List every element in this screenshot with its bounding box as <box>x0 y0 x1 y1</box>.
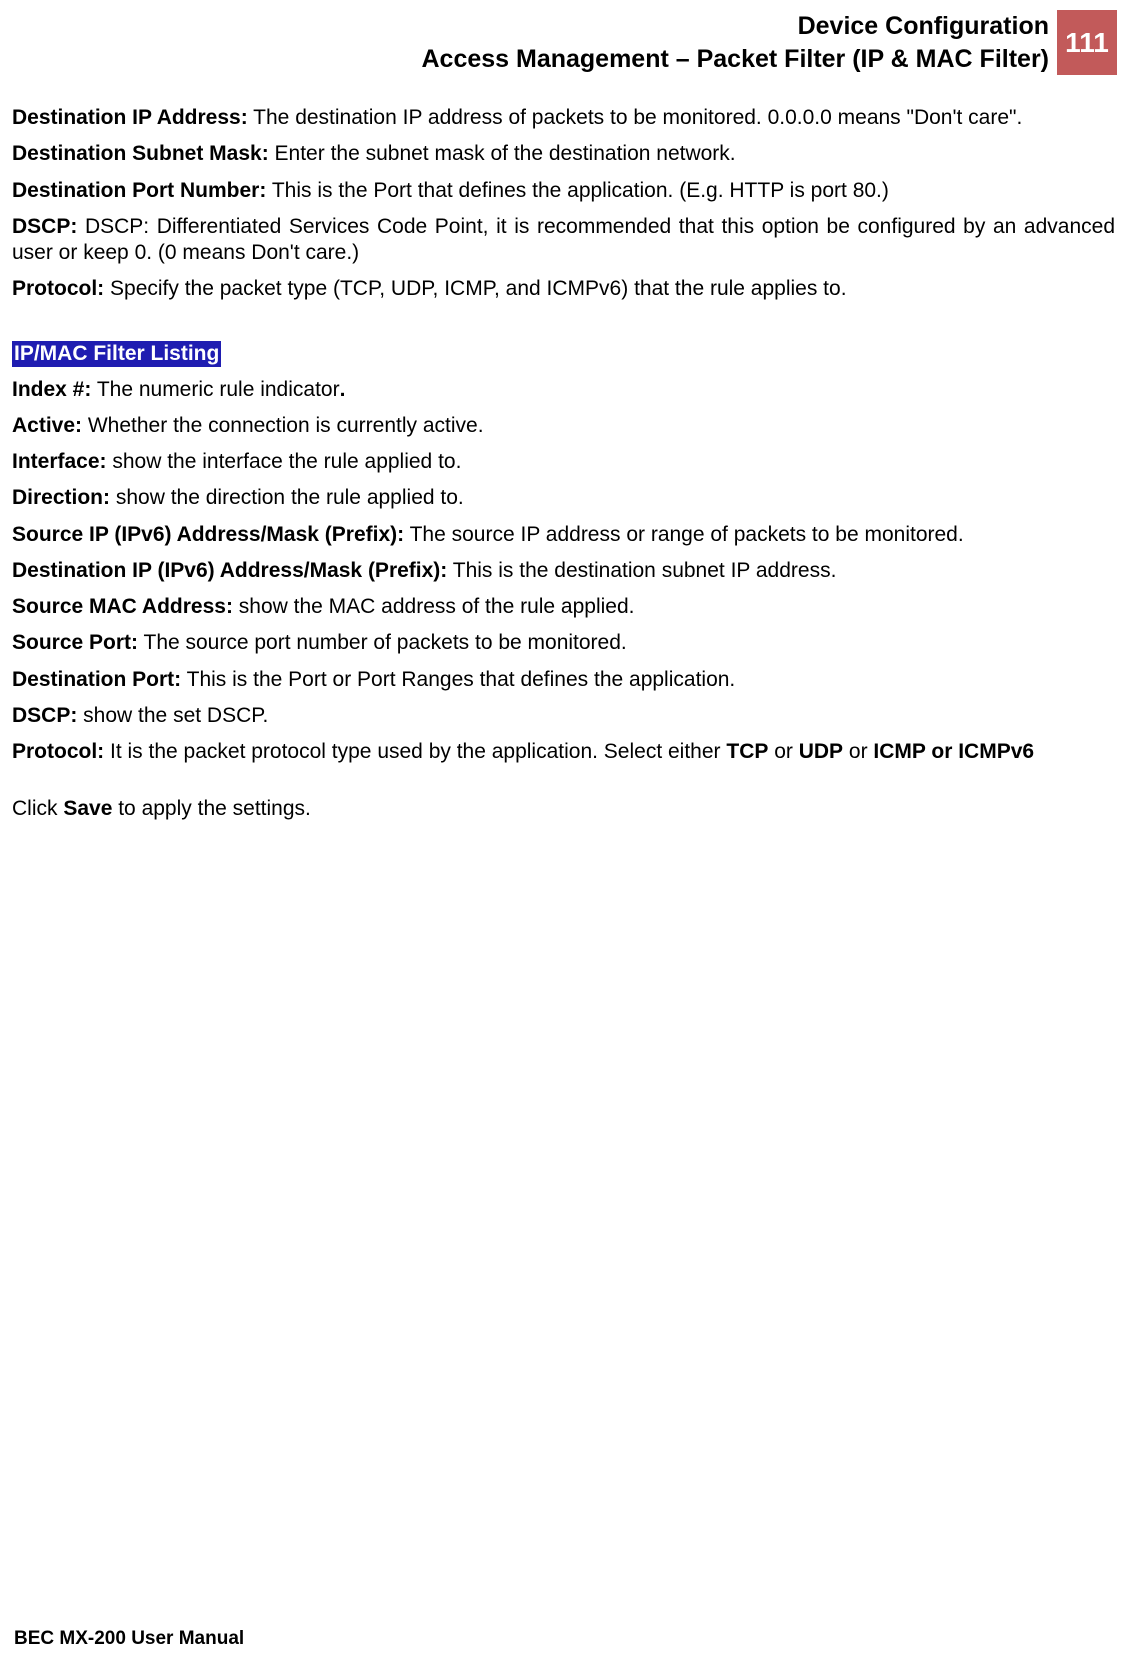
def-term: Protocol: <box>12 740 104 763</box>
def-desc: The source IP address or range of packet… <box>404 523 964 546</box>
save-after: to apply the settings. <box>112 797 310 820</box>
def-term: DSCP: <box>12 704 77 727</box>
def-term: Direction: <box>12 486 110 509</box>
def-bold-tcp: TCP <box>726 740 768 763</box>
def-term: Source Port: <box>12 631 138 654</box>
def-item: Source IP (IPv6) Address/Mask (Prefix): … <box>12 522 1115 548</box>
def-protocol-listing: Protocol: It is the packet protocol type… <box>12 739 1115 765</box>
section-heading-ipmac: IP/MAC Filter Listing <box>12 341 221 367</box>
def-desc: show the set DSCP. <box>77 704 268 727</box>
def-desc: The destination IP address of packets to… <box>248 106 1023 129</box>
def-desc: DSCP: Differentiated Services Code Point… <box>12 215 1115 264</box>
page-header: Device Configuration Access Management –… <box>0 0 1127 75</box>
def-term: Active: <box>12 414 82 437</box>
def-item: DSCP: show the set DSCP. <box>12 703 1115 729</box>
def-desc: The numeric rule indicator <box>91 378 339 401</box>
def-term: Destination Port: <box>12 668 181 691</box>
def-item: Active: Whether the connection is curren… <box>12 413 1115 439</box>
def-item: Destination IP (IPv6) Address/Mask (Pref… <box>12 558 1115 584</box>
def-term: Destination IP (IPv6) Address/Mask (Pref… <box>12 559 447 582</box>
def-mid1: or <box>768 740 798 763</box>
def-term: Source IP (IPv6) Address/Mask (Prefix): <box>12 523 404 546</box>
def-term: DSCP: <box>12 215 77 238</box>
def-term: Protocol: <box>12 277 104 300</box>
save-instruction: Click Save to apply the settings. <box>12 797 1115 821</box>
page-number: 111 <box>1065 27 1109 59</box>
def-item: Source Port: The source port number of p… <box>12 630 1115 656</box>
def-term: Source MAC Address: <box>12 595 233 618</box>
def-desc: Enter the subnet mask of the destination… <box>269 142 736 165</box>
page-number-badge: 111 <box>1057 10 1117 75</box>
header-line2: Access Management – Packet Filter (IP & … <box>421 43 1049 76</box>
def-bold-icmp: ICMP or ICMPv6 <box>873 740 1034 763</box>
def-desc: This is the Port or Port Ranges that def… <box>181 668 735 691</box>
def-desc: This is the destination subnet IP addres… <box>447 559 836 582</box>
def-mid2: or <box>843 740 873 763</box>
def-desc-before: It is the packet protocol type used by t… <box>104 740 726 763</box>
def-item: Protocol: Specify the packet type (TCP, … <box>12 276 1115 302</box>
page-content: Destination IP Address: The destination … <box>0 105 1127 821</box>
def-item: Source MAC Address: show the MAC address… <box>12 594 1115 620</box>
def-item: Interface: show the interface the rule a… <box>12 449 1115 475</box>
def-item: Index #: The numeric rule indicator. <box>12 377 1115 403</box>
def-item: Destination Subnet Mask: Enter the subne… <box>12 141 1115 167</box>
def-desc: Whether the connection is currently acti… <box>82 414 484 437</box>
header-line1: Device Configuration <box>421 10 1049 43</box>
def-term: Destination Port Number: <box>12 179 266 202</box>
def-term: Destination Subnet Mask: <box>12 142 269 165</box>
def-desc: show the MAC address of the rule applied… <box>233 595 635 618</box>
def-item: DSCP: DSCP: Differentiated Services Code… <box>12 214 1115 267</box>
def-item: Destination IP Address: The destination … <box>12 105 1115 131</box>
def-term: Index #: <box>12 378 91 401</box>
def-desc: The source port number of packets to be … <box>138 631 627 654</box>
header-titles: Device Configuration Access Management –… <box>421 10 1057 75</box>
save-before: Click <box>12 797 63 820</box>
def-item: Destination Port Number: This is the Por… <box>12 178 1115 204</box>
def-bold-udp: UDP <box>799 740 843 763</box>
save-bold: Save <box>63 797 112 820</box>
def-item: Direction: show the direction the rule a… <box>12 485 1115 511</box>
def-desc: Specify the packet type (TCP, UDP, ICMP,… <box>104 277 846 300</box>
def-item: Destination Port: This is the Port or Po… <box>12 667 1115 693</box>
def-bold-tail: . <box>340 378 346 401</box>
def-term: Destination IP Address: <box>12 106 248 129</box>
def-desc: show the direction the rule applied to. <box>110 486 464 509</box>
footer-manual-name: BEC MX-200 User Manual <box>14 1628 244 1650</box>
def-term: Interface: <box>12 450 107 473</box>
def-desc: show the interface the rule applied to. <box>107 450 462 473</box>
def-desc: This is the Port that defines the applic… <box>266 179 889 202</box>
